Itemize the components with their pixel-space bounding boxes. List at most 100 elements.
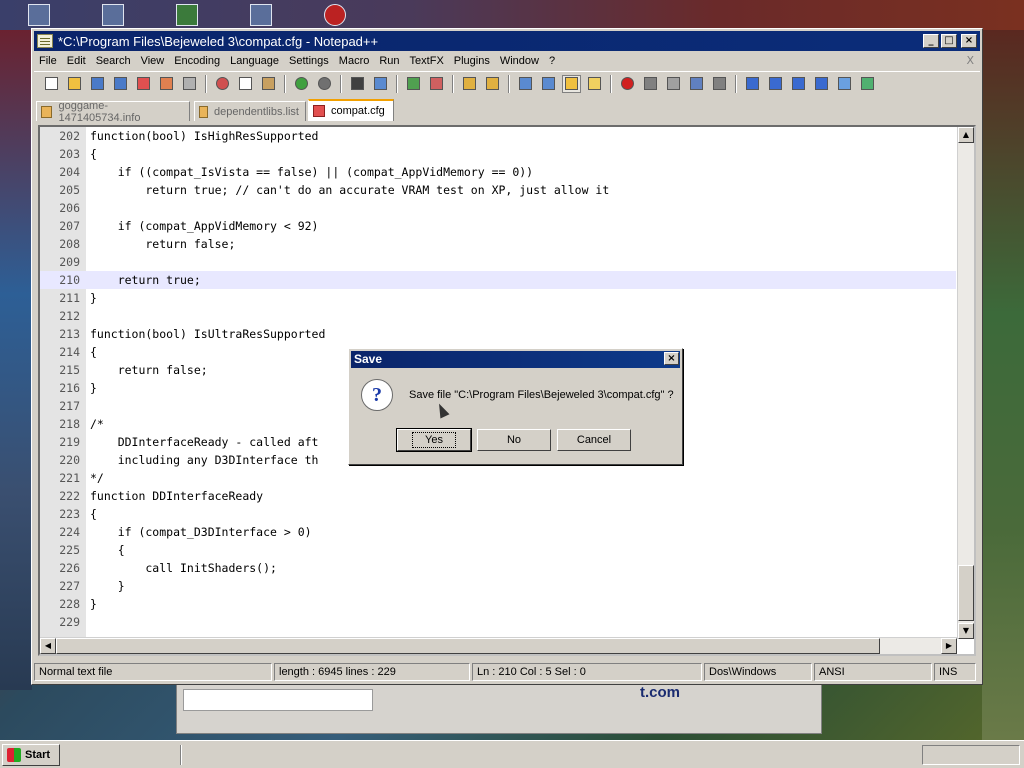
- code-line[interactable]: 205 return true; // can't do an accurate…: [40, 181, 956, 199]
- close-file-icon[interactable]: [134, 75, 153, 93]
- menu-search[interactable]: Search: [91, 55, 136, 67]
- start-label: Start: [25, 749, 51, 761]
- menu-edit[interactable]: Edit: [62, 55, 91, 67]
- menu-encoding[interactable]: Encoding: [169, 55, 225, 67]
- tab-goggame-info[interactable]: goggame-1471405734.info: [36, 100, 190, 124]
- line-number: 228: [59, 597, 80, 611]
- menu-run[interactable]: Run: [374, 55, 404, 67]
- arrow-up-icon[interactable]: [766, 75, 785, 93]
- zoom-out-icon[interactable]: [427, 75, 446, 93]
- paste-icon[interactable]: [259, 75, 278, 93]
- title-bar[interactable]: *C:\Program Files\Bejeweled 3\compat.cfg…: [34, 31, 980, 51]
- menu-textfx[interactable]: TextFX: [405, 55, 449, 67]
- user-language-icon[interactable]: [585, 75, 604, 93]
- menu-view[interactable]: View: [136, 55, 170, 67]
- menu-settings[interactable]: Settings: [284, 55, 334, 67]
- new-file-icon[interactable]: [42, 75, 61, 93]
- replace-icon[interactable]: [371, 75, 390, 93]
- vertical-scrollbar[interactable]: ▲ ▼: [957, 127, 974, 639]
- word-wrap-icon[interactable]: [516, 75, 535, 93]
- code-line[interactable]: 210 return true;: [40, 271, 956, 289]
- menu-file[interactable]: File: [34, 55, 62, 67]
- yes-button[interactable]: Yes: [396, 428, 472, 452]
- code-line[interactable]: 224 if (compat_D3DInterface > 0): [40, 523, 956, 541]
- menu-plugins[interactable]: Plugins: [449, 55, 495, 67]
- dialog-close-button[interactable]: ×: [664, 352, 679, 365]
- scroll-down-icon[interactable]: ▼: [958, 623, 974, 639]
- desktop-icon[interactable]: [324, 4, 346, 26]
- code-line[interactable]: 203 {: [40, 145, 956, 163]
- code-line[interactable]: 229: [40, 613, 956, 631]
- window-icon[interactable]: [835, 75, 854, 93]
- code-line[interactable]: 225 {: [40, 541, 956, 559]
- maximize-button[interactable]: □: [941, 34, 957, 48]
- show-all-chars-icon[interactable]: [539, 75, 558, 93]
- desktop-icon[interactable]: [102, 4, 124, 26]
- cancel-button[interactable]: Cancel: [557, 429, 631, 451]
- background-window[interactable]: [176, 684, 822, 734]
- desktop-icon[interactable]: [176, 4, 198, 26]
- desktop-icon[interactable]: [28, 4, 50, 26]
- horizontal-scrollbar[interactable]: ◀ ▶: [40, 637, 957, 654]
- code-line[interactable]: 202 function(bool) IsHighResSupported: [40, 127, 956, 145]
- close-document-button[interactable]: X: [966, 54, 974, 67]
- line-number: 210: [59, 273, 80, 287]
- tab-compat-cfg[interactable]: compat.cfg: [308, 99, 394, 121]
- code-line[interactable]: 228}: [40, 595, 956, 613]
- goto-bottom-icon[interactable]: [812, 75, 831, 93]
- scroll-left-icon[interactable]: ◀: [40, 638, 56, 654]
- copy-icon[interactable]: [236, 75, 255, 93]
- menu-macro[interactable]: Macro: [334, 55, 375, 67]
- goto-top-icon[interactable]: [743, 75, 762, 93]
- no-button[interactable]: No: [477, 429, 551, 451]
- redo-icon[interactable]: [315, 75, 334, 93]
- arrow-down-icon[interactable]: [789, 75, 808, 93]
- menu-window[interactable]: Window: [495, 55, 544, 67]
- find-icon[interactable]: [348, 75, 367, 93]
- dialog-title[interactable]: Save: [351, 351, 680, 368]
- open-file-icon[interactable]: [65, 75, 84, 93]
- code-line[interactable]: 204 if ((compat_IsVista == false) || (co…: [40, 163, 956, 181]
- tab-dependentlibs[interactable]: dependentlibs.list: [194, 101, 306, 121]
- code-line[interactable]: 222 function DDInterfaceReady: [40, 487, 956, 505]
- run-macro-multiple-icon[interactable]: [687, 75, 706, 93]
- save-icon[interactable]: [88, 75, 107, 93]
- close-button[interactable]: ×: [961, 34, 977, 48]
- code-line[interactable]: 208 return false;: [40, 235, 956, 253]
- code-line[interactable]: 211}: [40, 289, 956, 307]
- code-line[interactable]: 223 {: [40, 505, 956, 523]
- sync-scroll-icon[interactable]: [460, 75, 479, 93]
- code-line[interactable]: 213 function(bool) IsUltraResSupported: [40, 325, 956, 343]
- code-text: {: [90, 147, 97, 161]
- menu-language[interactable]: Language: [225, 55, 284, 67]
- code-line[interactable]: 221 */: [40, 469, 956, 487]
- stop-macro-icon[interactable]: [641, 75, 660, 93]
- vertical-scroll-thumb[interactable]: [958, 565, 974, 621]
- print-icon[interactable]: [180, 75, 199, 93]
- line-number: 202: [59, 129, 80, 143]
- code-line[interactable]: 207 if (compat_AppVidMemory < 92): [40, 217, 956, 235]
- undo-icon[interactable]: [292, 75, 311, 93]
- close-all-icon[interactable]: [157, 75, 176, 93]
- cut-icon[interactable]: [213, 75, 232, 93]
- play-macro-icon[interactable]: [664, 75, 683, 93]
- save-all-icon[interactable]: [111, 75, 130, 93]
- horizontal-scroll-thumb[interactable]: [56, 638, 880, 654]
- code-line[interactable]: 227 }: [40, 577, 956, 595]
- zoom-in-icon[interactable]: [404, 75, 423, 93]
- spell-check-icon[interactable]: [858, 75, 877, 93]
- sync-horizontal-icon[interactable]: [483, 75, 502, 93]
- indent-guide-icon[interactable]: [562, 74, 581, 93]
- menu-help[interactable]: ?: [544, 55, 560, 67]
- desktop-icon[interactable]: [250, 4, 272, 26]
- start-button[interactable]: Start: [2, 744, 60, 766]
- record-macro-icon[interactable]: [618, 75, 637, 93]
- code-line[interactable]: 206: [40, 199, 956, 217]
- code-line[interactable]: 209: [40, 253, 956, 271]
- save-macro-icon[interactable]: [710, 75, 729, 93]
- scroll-up-icon[interactable]: ▲: [958, 127, 974, 143]
- code-line[interactable]: 212: [40, 307, 956, 325]
- code-line[interactable]: 226 call InitShaders();: [40, 559, 956, 577]
- minimize-button[interactable]: _: [923, 34, 939, 48]
- scroll-right-icon[interactable]: ▶: [941, 638, 957, 654]
